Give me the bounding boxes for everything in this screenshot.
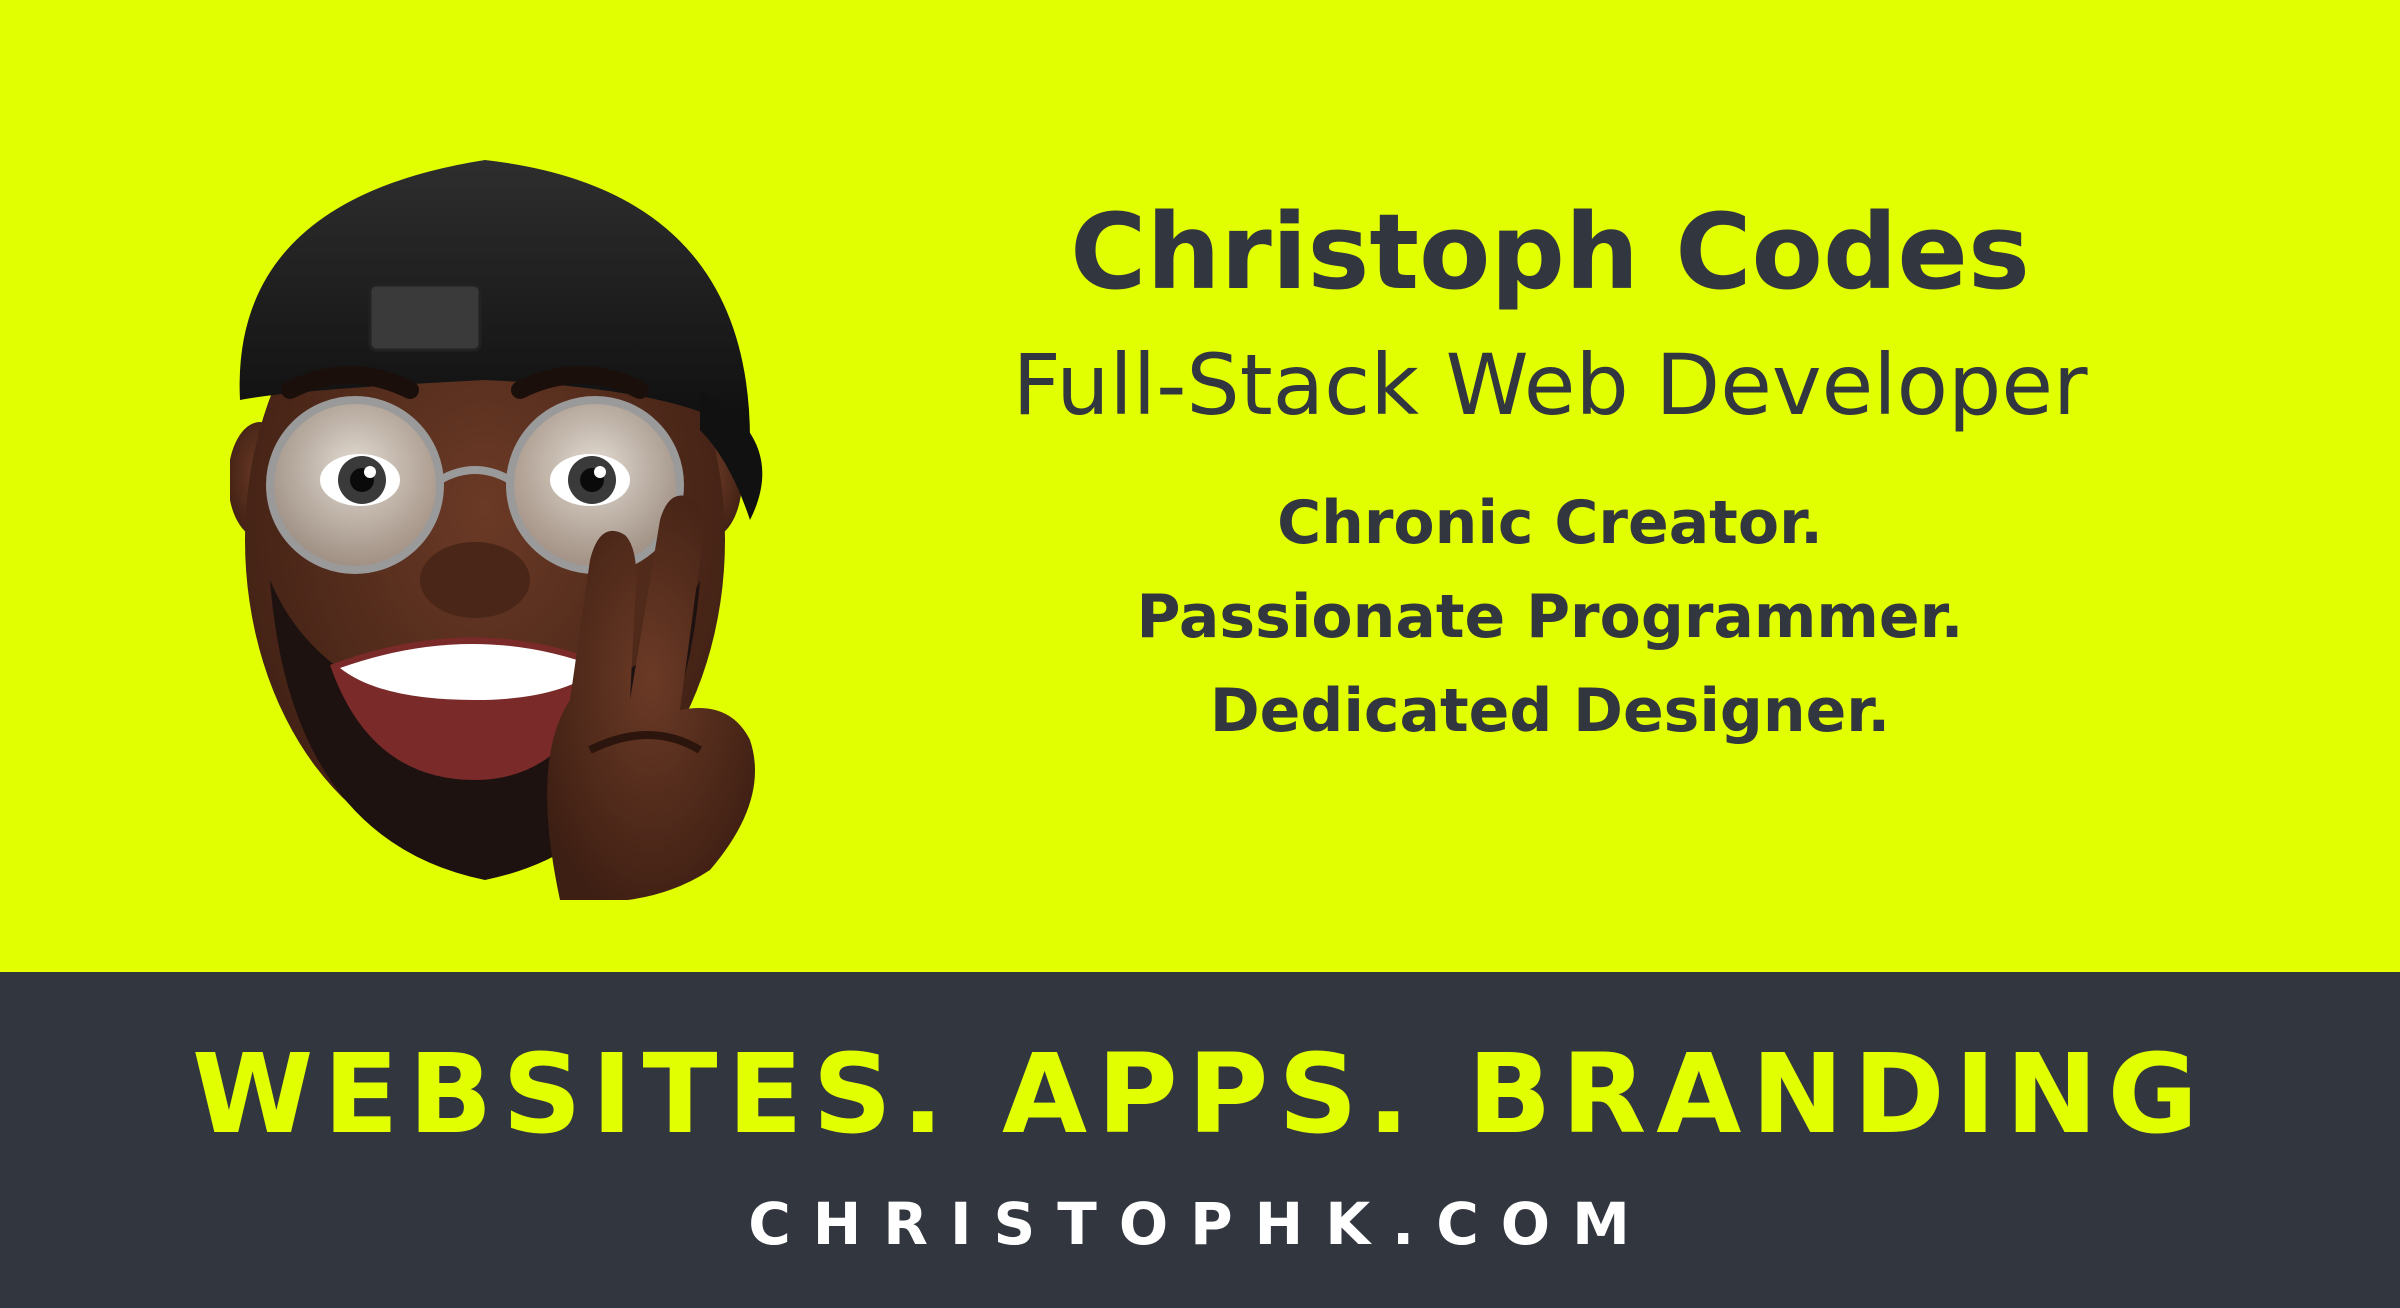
job-title: Full-Stack Web Developer (1012, 335, 2088, 434)
tagline-item: Dedicated Designer. (1209, 675, 1891, 746)
page-title: Christoph Codes (1070, 191, 2030, 313)
website-link[interactable]: CHRISTOPHK.COM (0, 1190, 2400, 1258)
memoji-peace-sign-icon (230, 160, 763, 900)
hero-text: Christoph Codes Full-Stack Web Developer… (900, 190, 2200, 758)
tagline-item: Chronic Creator. (1277, 487, 1823, 558)
services-headline: WEBSITES. APPS. BRANDING (192, 1030, 2208, 1158)
tagline-list: Chronic Creator. Passionate Programmer. … (900, 476, 2200, 758)
tagline-item: Passionate Programmer. (1136, 581, 1964, 652)
